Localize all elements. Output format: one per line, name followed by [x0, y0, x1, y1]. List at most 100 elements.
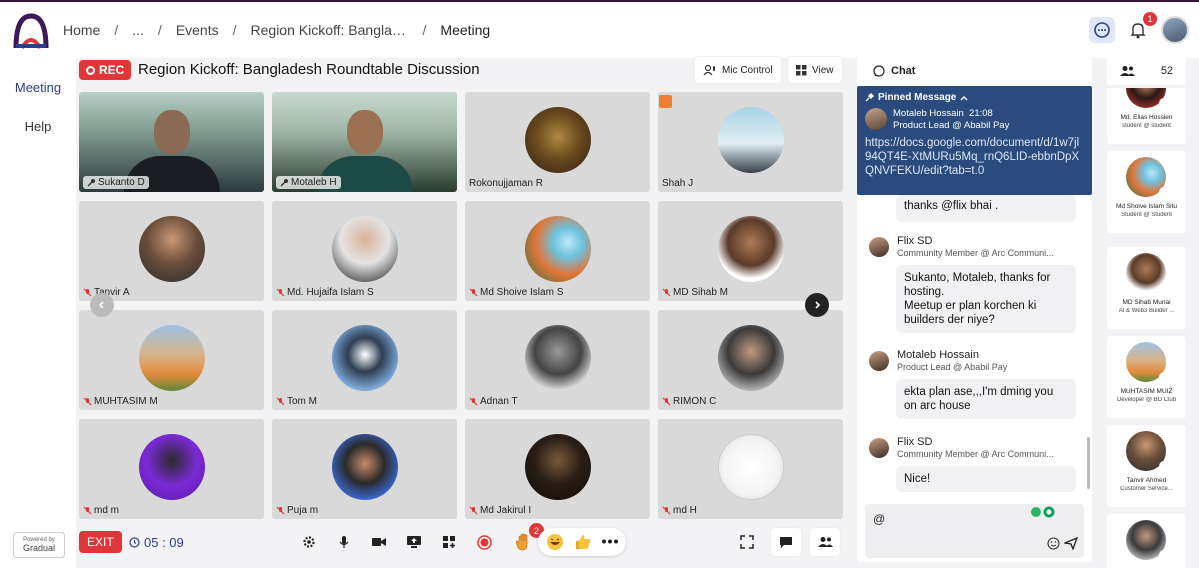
- breadcrumb-home[interactable]: Home: [63, 22, 100, 38]
- chat-scrollbar[interactable]: [1087, 437, 1090, 489]
- sender-name: Flix SD: [897, 235, 933, 247]
- thumbs-up-icon[interactable]: [574, 533, 592, 551]
- mic-off-icon: [276, 397, 285, 406]
- message-bubble: Sukanto, Motaleb, thanks for hosting. Me…: [896, 265, 1076, 333]
- mic-off-icon: [469, 397, 478, 406]
- participant-card[interactable]: MD Sihab Munai AI & Web3 Builder ...: [1107, 247, 1186, 329]
- rec-badge: REC: [79, 60, 132, 80]
- pinned-role: Product Lead @ Ababil Pay: [893, 120, 1010, 131]
- camera-icon[interactable]: [368, 531, 390, 553]
- participant-avatar: [138, 325, 205, 391]
- pinned-link[interactable]: https://docs.google.com/document/d/1w7jl…: [865, 136, 1084, 178]
- participant-avatar: [524, 434, 591, 500]
- settings-gear-icon[interactable]: [298, 531, 320, 553]
- breadcrumb-event[interactable]: Region Kickoff: Banglades...: [251, 22, 409, 38]
- tile-name-text: md m: [94, 505, 119, 516]
- video-feed: [346, 110, 383, 154]
- chat-icon[interactable]: [1089, 17, 1115, 43]
- participant-tile[interactable]: MD Sihab M: [658, 201, 843, 301]
- participants-toggle-button[interactable]: [810, 528, 840, 556]
- participant-avatar: [138, 216, 205, 282]
- message-sender: Flix SD Community Member @ Arc Communi...: [869, 235, 1054, 258]
- participant-tile[interactable]: Puja m: [272, 419, 457, 519]
- breadcrumb-ellipsis[interactable]: ...: [132, 22, 144, 38]
- participant-card[interactable]: MUHTASIM MUIZ Developer @ BD Club: [1107, 336, 1186, 418]
- sender-role: Product Lead @ Ababil Pay: [897, 362, 1008, 372]
- participant-tile[interactable]: Tanvir A: [79, 201, 264, 301]
- pinned-sender-line: Motaleb Hossain 21:08: [893, 108, 1009, 120]
- participant-role: Student @ Student: [1121, 212, 1172, 218]
- fullscreen-icon[interactable]: [736, 531, 758, 553]
- emoji-picker-icon[interactable]: [1047, 537, 1060, 550]
- participant-tile[interactable]: Sukanto D: [79, 92, 264, 192]
- mic-control-label: Mic Control: [722, 64, 773, 76]
- powered-by-badge[interactable]: Powered by Gradual: [13, 532, 65, 558]
- sender-role: Community Member @ Arc Communi...: [897, 248, 1054, 258]
- breadcrumb-separator: /: [422, 22, 427, 38]
- send-icon[interactable]: [1064, 537, 1078, 550]
- next-page-button[interactable]: [805, 293, 829, 317]
- exit-button[interactable]: EXIT: [79, 531, 122, 553]
- tile-name: Sukanto D: [83, 176, 149, 189]
- tile-name-text: Motaleb H: [291, 177, 337, 188]
- screen-share-icon[interactable]: [403, 531, 425, 553]
- sender-name: Motaleb Hossain: [897, 349, 979, 361]
- extension-icons[interactable]: [1030, 506, 1056, 518]
- tile-name: Shah J: [662, 178, 693, 189]
- microphone-icon[interactable]: [333, 531, 355, 553]
- breadcrumb-events[interactable]: Events: [176, 22, 219, 38]
- participant-tile[interactable]: Md Jakirul I: [465, 419, 650, 519]
- participant-tile[interactable]: Motaleb H: [272, 92, 457, 192]
- participant-tile[interactable]: Md. Hujaifa Islam S: [272, 201, 457, 301]
- notification-bell-icon[interactable]: 1: [1125, 12, 1157, 43]
- gradual-logo[interactable]: [12, 12, 50, 50]
- participant-tile[interactable]: Shah J: [658, 92, 843, 192]
- participant-tile[interactable]: RIMON C: [658, 310, 843, 410]
- laugh-emoji-icon[interactable]: [546, 533, 564, 551]
- participant-tile[interactable]: Rokonujjaman R: [465, 92, 650, 192]
- participant-name: MD Sihab Munai: [1122, 299, 1171, 306]
- tile-name: Tom M: [276, 396, 317, 407]
- tile-name: Motaleb H: [276, 176, 341, 189]
- participant-card[interactable]: Md. Elias Hossien student @ student: [1107, 88, 1186, 144]
- participant-card[interactable]: [1107, 514, 1186, 568]
- tile-name-text: Tom M: [287, 396, 317, 407]
- apps-icon[interactable]: [438, 531, 460, 553]
- mic-off-icon: [276, 288, 285, 297]
- pinned-sender: Motaleb Hossain: [893, 108, 964, 119]
- tile-name-text: MD Sihab M: [673, 287, 729, 298]
- prev-page-button[interactable]: [90, 293, 114, 317]
- sender-name: Flix SD: [897, 436, 933, 448]
- tile-name: Adnan T: [469, 396, 518, 407]
- mic-control-button[interactable]: Mic Control: [695, 57, 781, 83]
- timer-value: 05 : 09: [144, 535, 184, 550]
- view-button[interactable]: View: [788, 57, 842, 83]
- tile-name: Puja m: [276, 505, 318, 516]
- chevron-up-icon[interactable]: [960, 95, 968, 101]
- tile-name: RIMON C: [662, 396, 716, 407]
- participant-name: Md. Elias Hossien: [1120, 114, 1173, 121]
- chat-input[interactable]: @: [865, 504, 1084, 558]
- chat-toggle-button[interactable]: [771, 528, 801, 556]
- participant-tile[interactable]: MUHTASIM M: [79, 310, 264, 410]
- participant-card[interactable]: Md Shoive Islam Situ Student @ Student: [1107, 151, 1186, 233]
- more-reactions-icon[interactable]: [602, 539, 618, 544]
- participant-tile[interactable]: md m: [79, 419, 264, 519]
- record-button-icon[interactable]: [473, 531, 495, 553]
- user-avatar[interactable]: [1161, 16, 1189, 44]
- mic-control-icon: [703, 64, 715, 76]
- nav-meeting[interactable]: Meeting: [0, 80, 76, 95]
- mic-off-icon: [1159, 461, 1169, 471]
- participant-tile[interactable]: Adnan T: [465, 310, 650, 410]
- participants-header[interactable]: 52: [1107, 57, 1186, 85]
- nav-help[interactable]: Help: [0, 119, 76, 134]
- participant-tile[interactable]: Md Shoive Islam S: [465, 201, 650, 301]
- video-grid: Sukanto D Motaleb H Rokonujjaman R Shah …: [79, 92, 843, 519]
- pinned-message[interactable]: Pinned Message Motaleb Hossain 21:08 Pro…: [857, 86, 1092, 195]
- reactions-bar: [538, 528, 626, 556]
- tile-name-text: MUHTASIM M: [94, 396, 158, 407]
- participant-card[interactable]: Tanvir Ahmed Customer Service...: [1107, 425, 1186, 507]
- participant-tile[interactable]: Tom M: [272, 310, 457, 410]
- chat-title: Chat: [891, 65, 916, 77]
- participant-tile[interactable]: md H: [658, 419, 843, 519]
